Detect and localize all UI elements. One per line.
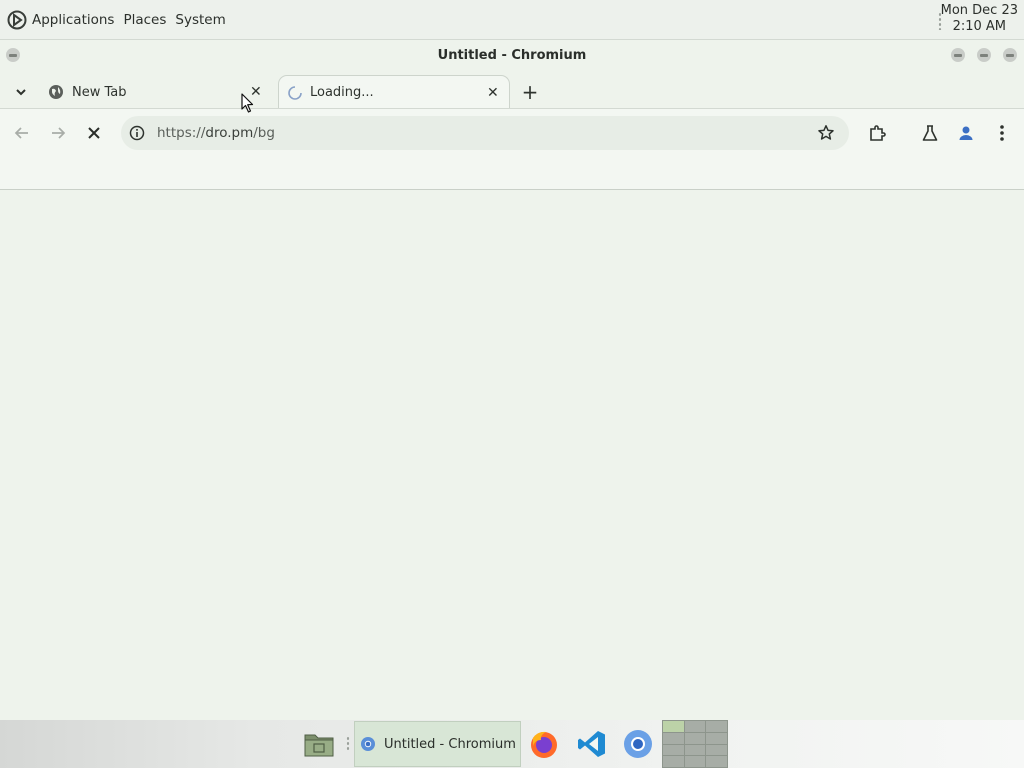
tab-loading[interactable]: Loading... ✕ <box>278 75 510 109</box>
tab-new-tab[interactable]: New Tab ✕ <box>38 75 270 109</box>
taskbar-window-button[interactable]: Untitled - Chromium <box>354 721 521 767</box>
clock[interactable]: Mon Dec 23 2:10 AM <box>941 3 1018 35</box>
workspace-8[interactable] <box>684 744 706 756</box>
menu-button[interactable] <box>990 121 1014 145</box>
tab-title: Loading... <box>310 85 374 100</box>
window-titlebar[interactable]: Untitled - Chromium <box>0 41 1024 69</box>
window-menu-button[interactable] <box>6 48 20 62</box>
places-menu[interactable]: Places <box>123 12 166 28</box>
star-icon[interactable] <box>817 124 835 142</box>
url-host: dro.pm <box>205 125 254 141</box>
loading-spinner-icon <box>288 85 302 100</box>
taskbar-window-label: Untitled - Chromium <box>384 736 516 752</box>
workspace-6[interactable] <box>706 732 727 744</box>
bookmarks-bar <box>0 156 1024 190</box>
system-menu[interactable]: System <box>175 12 225 28</box>
window-title: Untitled - Chromium <box>437 47 587 63</box>
places-menu-label: Places <box>123 11 167 28</box>
workspace-switcher[interactable] <box>662 720 728 768</box>
back-button[interactable] <box>10 121 34 145</box>
workspace-5[interactable] <box>684 732 706 744</box>
folder-icon <box>304 734 334 757</box>
workspace-10[interactable] <box>663 756 684 767</box>
tab-title: New Tab <box>72 84 127 100</box>
workspace-7[interactable] <box>663 744 684 756</box>
flask-icon <box>922 125 938 141</box>
new-tab-button[interactable]: + <box>520 75 540 109</box>
firefox-launcher[interactable] <box>528 728 560 760</box>
plus-icon: + <box>521 80 539 104</box>
close-window-button[interactable] <box>1003 48 1017 62</box>
clock-time: 2:10 AM <box>952 19 1007 34</box>
applications-menu[interactable]: Applications <box>7 10 114 30</box>
tab-strip: New Tab ✕ Loading... ✕ + <box>0 69 1024 109</box>
url-path: /bg <box>253 125 275 141</box>
avatar-icon <box>959 126 973 140</box>
puzzle-icon <box>870 125 886 141</box>
workspace-3[interactable] <box>706 721 727 732</box>
workspace-2[interactable] <box>684 721 706 732</box>
chevron-down-icon <box>16 89 26 96</box>
close-icon <box>88 127 100 139</box>
extensions-button[interactable] <box>865 121 889 145</box>
info-icon[interactable] <box>129 125 145 141</box>
stop-loading-button[interactable] <box>82 121 106 145</box>
workspace-4[interactable] <box>663 732 684 744</box>
applications-menu-label: Applications <box>32 11 115 28</box>
url-text: https://dro.pm/bg <box>157 125 275 141</box>
workspace-11[interactable] <box>684 756 706 767</box>
workspace-1[interactable] <box>663 721 684 732</box>
clock-date: Mon Dec 23 <box>940 3 1018 18</box>
taskbar: Untitled - Chromium <box>0 720 1024 768</box>
taskbar-handle[interactable] <box>346 736 350 752</box>
file-manager-launcher[interactable] <box>303 728 335 760</box>
page-content[interactable] <box>0 93 1024 720</box>
browser-toolbar: https://dro.pm/bg <box>0 108 1024 156</box>
maximize-button[interactable] <box>977 48 991 62</box>
globe-icon <box>49 85 63 99</box>
chromium-launcher[interactable] <box>622 728 654 760</box>
minimize-button[interactable] <box>951 48 965 62</box>
top-panel: Applications Places System Mon Dec 23 2:… <box>0 0 1024 40</box>
close-icon[interactable]: ✕ <box>487 85 499 101</box>
mouse-pointer-icon <box>241 93 254 113</box>
profile-button[interactable] <box>954 121 978 145</box>
tab-search-button[interactable] <box>10 75 32 109</box>
forward-button[interactable] <box>46 121 70 145</box>
arrow-right-icon <box>52 127 66 139</box>
firefox-icon <box>531 731 557 758</box>
debian-logo-icon <box>7 10 27 29</box>
url-scheme: https:// <box>157 125 206 141</box>
labs-button[interactable] <box>918 121 942 145</box>
vscode-icon <box>578 731 605 757</box>
arrow-left-icon <box>14 127 28 139</box>
workspace-12[interactable] <box>706 756 727 767</box>
more-vertical-icon <box>1000 125 1004 141</box>
address-bar[interactable]: https://dro.pm/bg <box>121 116 849 150</box>
chromium-icon <box>624 730 652 758</box>
vscode-launcher[interactable] <box>576 728 608 760</box>
workspace-9[interactable] <box>706 744 727 756</box>
chromium-icon <box>361 737 375 751</box>
system-menu-label: System <box>175 11 226 28</box>
